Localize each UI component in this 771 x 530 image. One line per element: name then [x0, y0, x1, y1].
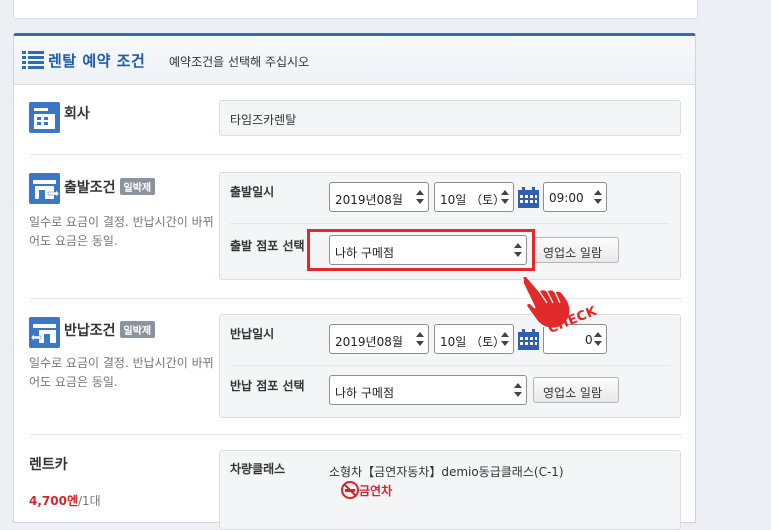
select-arrows-icon: [514, 383, 522, 397]
no-smoking-icon: [341, 481, 359, 499]
select-arrows-icon: [501, 190, 509, 204]
return-box: 반납일시 2019년08월 10일 （토） 0 반납 점포 선택 나하 구메점: [219, 314, 681, 418]
select-arrows-icon: [594, 332, 602, 346]
return-store-select[interactable]: 나하 구메점: [329, 375, 527, 405]
previous-card: [13, 0, 698, 19]
departure-description: 일수로 요금이 결정. 반납시간이 바뀌어도 요금은 동일.: [29, 215, 214, 248]
inner-divider: [230, 365, 670, 366]
company-value: 타임즈카렌탈: [230, 113, 297, 127]
company-value-box: 타임즈카렌탈: [219, 100, 681, 136]
return-day-value: 10일 （토）: [440, 335, 506, 349]
return-title: 반납조건 일박제: [64, 320, 156, 340]
departure-date-label: 출발일시: [230, 185, 275, 199]
departure-store-list-button[interactable]: 영업소 일람: [533, 237, 619, 263]
departure-store-icon: [29, 173, 60, 204]
departure-day-select[interactable]: 10일 （토）: [434, 182, 514, 212]
return-month-select[interactable]: 2019년08월: [329, 324, 429, 354]
select-arrows-icon: [594, 190, 602, 204]
return-title-text: 반납조건: [64, 323, 116, 339]
section-divider: [30, 434, 682, 435]
departure-title-text: 출발조건: [64, 180, 116, 196]
rentcar-box: 차량클래스 소형차【금연자동차】demio동급클래스(C-1) 금연차: [219, 450, 681, 530]
rental-conditions-panel: 렌탈 예약 조건 예약조건을 선택해 주십시오 회사 타임즈카렌탈 출발조건 일박…: [13, 33, 696, 530]
select-arrows-icon: [416, 332, 424, 346]
company-label: 회사: [64, 106, 90, 122]
calendar-icon[interactable]: [518, 187, 539, 208]
return-month-value: 2019년08월: [335, 335, 403, 349]
departure-title: 출발조건 일박제: [64, 177, 156, 197]
section-divider: [30, 298, 682, 299]
departure-time-value: 09:00: [549, 191, 584, 205]
return-description: 일수로 요금이 결정. 반납시간이 바뀌어도 요금은 동일.: [29, 356, 214, 389]
inner-divider: [230, 223, 670, 224]
departure-day-value: 10일 （토）: [440, 193, 506, 207]
return-store-list-button[interactable]: 영업소 일람: [533, 377, 619, 403]
return-store-icon: [29, 317, 60, 348]
rentcar-price-unit: /1대: [78, 494, 101, 508]
panel-subtitle: 예약조건을 선택해 주십시오: [169, 55, 310, 69]
departure-month-select[interactable]: 2019년08월: [329, 182, 429, 212]
nonsmoking-tag: 금연차: [341, 481, 392, 499]
return-store-value: 나하 구메점: [335, 386, 395, 400]
departure-time-select[interactable]: 09:00: [543, 182, 607, 212]
rentcar-title: 렌트카: [29, 457, 68, 473]
nonsmoking-label: 금연차: [359, 484, 393, 498]
return-store-label: 반납 점포 선택: [230, 379, 305, 393]
highlight-box: [307, 229, 535, 271]
list-icon: [22, 51, 44, 69]
panel-title: 렌탈 예약 조건: [48, 52, 146, 70]
rentcar-price-value: 4,700엔: [29, 494, 78, 508]
company-building-icon: [29, 102, 60, 133]
vehicle-class-label: 차량클래스: [230, 462, 286, 476]
departure-store-label: 출발 점포 선택: [230, 239, 305, 253]
departure-badge: 일박제: [119, 178, 156, 195]
vehicle-class-value: 소형차【금연자동차】demio동급클래스(C-1): [329, 465, 564, 479]
select-arrows-icon: [501, 332, 509, 346]
return-date-label: 반납일시: [230, 327, 275, 341]
rentcar-price: 4,700엔/1대: [29, 492, 101, 509]
panel-header: 렌탈 예약 조건 예약조건을 선택해 주십시오: [14, 36, 695, 85]
return-day-select[interactable]: 10일 （토）: [434, 324, 514, 354]
return-badge: 일박제: [119, 321, 156, 338]
departure-month-value: 2019년08월: [335, 193, 403, 207]
select-arrows-icon: [416, 190, 424, 204]
section-divider: [30, 154, 682, 155]
